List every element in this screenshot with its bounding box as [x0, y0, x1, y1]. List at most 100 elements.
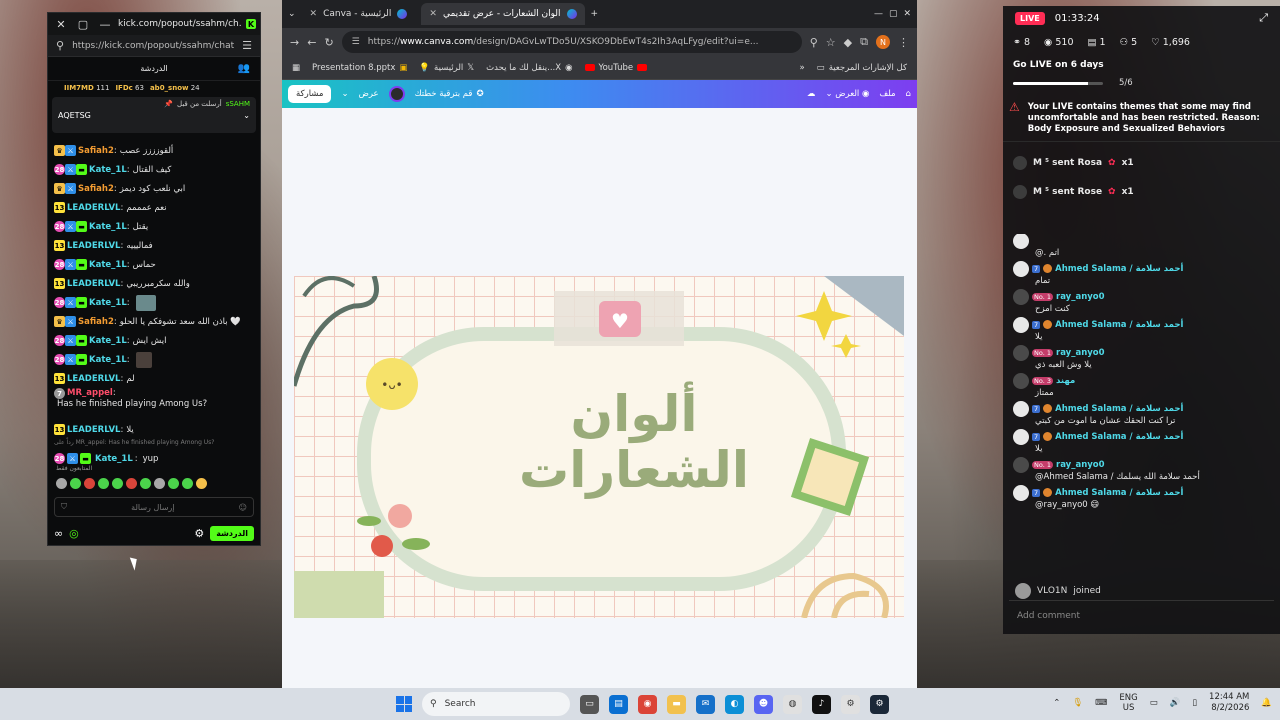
emote-icon[interactable] — [140, 477, 151, 489]
view-count[interactable]: ◉ 510 — [1044, 37, 1073, 48]
chat-input-placeholder[interactable]: إرسال رسالة — [131, 503, 174, 512]
store-icon[interactable]: ▤ — [609, 694, 628, 714]
emote-icon[interactable] — [196, 477, 207, 489]
emote-icon[interactable] — [154, 477, 165, 489]
leader-item[interactable]: IIM7MD 111 — [64, 84, 109, 92]
chat-message[interactable]: ♛ ⚔ Safiah2: باذن الله سعد تشوفكم يا الحلو … — [54, 312, 254, 331]
chevron-down-icon[interactable]: ⌄ — [341, 89, 348, 99]
chat-username[interactable]: Safiah2 — [78, 146, 114, 156]
chat-username[interactable]: Kate_1L — [89, 355, 127, 365]
user-count[interactable]: ⚇ 5 — [1120, 37, 1138, 48]
avatar[interactable] — [1013, 316, 1029, 333]
chat-message[interactable]: 28 ⚔ ▬ Kate_1L: — [54, 293, 254, 312]
microphone-icon[interactable]: 🎙 — [1072, 698, 1083, 708]
present-button[interactable]: عرض — [359, 89, 379, 99]
chat-username[interactable]: LEADERLVL — [67, 203, 120, 213]
notification-icon[interactable]: 🔔 — [1261, 698, 1272, 708]
star-icon[interactable]: ☆ — [826, 36, 836, 49]
volume-icon[interactable]: 🔊 — [1170, 698, 1181, 708]
comment-username[interactable]: Ahmed Salama / أحمد سلامة — [1055, 264, 1183, 274]
bookmark-all[interactable]: ▭ كل الإشارات المرجعية — [817, 63, 907, 73]
chevron-up-icon[interactable]: ⌃ — [1053, 698, 1060, 708]
emote-icon[interactable] — [182, 477, 193, 489]
avatar[interactable] — [1013, 234, 1029, 249]
chat-username[interactable]: LEADERLVL — [67, 374, 120, 384]
share-count[interactable]: ▤ 1 — [1088, 37, 1106, 48]
add-comment-input[interactable]: Add comment — [1009, 600, 1274, 630]
minimize-icon[interactable]: — — [96, 18, 114, 31]
emote-icon[interactable] — [112, 477, 123, 489]
avatar[interactable] — [1013, 400, 1029, 417]
chat-username[interactable]: Safiah2 — [78, 184, 114, 194]
chat-username[interactable]: Kate_1L — [89, 336, 127, 346]
file-explorer-icon[interactable]: ▬ — [667, 694, 686, 714]
maximize-icon[interactable]: ▢ — [74, 18, 92, 31]
discord-icon[interactable]: ☻ — [754, 694, 773, 714]
close-icon[interactable]: ✕ — [310, 9, 318, 19]
live-comment[interactable]: No. 1 ray_anyo0 يلا وش العبه ذي — [1013, 344, 1270, 370]
avatar[interactable] — [1013, 456, 1029, 473]
chat-username[interactable]: Kate_1L — [89, 260, 127, 270]
like-count[interactable]: ♡ 1,696 — [1151, 37, 1190, 48]
network-icon[interactable]: ▭ — [1150, 698, 1158, 708]
emoji-icon[interactable]: ☺ — [239, 503, 247, 512]
address-bar[interactable]: ☰ https://www.canva.com/design/DAGvLwTDo… — [341, 31, 802, 53]
gear-icon[interactable]: ⚙ — [194, 527, 204, 540]
chat-send-button[interactable]: الدردشة — [210, 525, 254, 541]
tab-canva-home[interactable]: ✕ Canva - الرئيسية — [302, 3, 416, 25]
chat-message[interactable]: 28 ⚔ ▬ Kate_1L: ايش ايش — [54, 331, 254, 350]
file-menu[interactable]: ملف — [879, 89, 895, 99]
kick-url-text[interactable]: https://kick.com/popout/ssahm/chat — [72, 41, 234, 51]
avatar[interactable] — [1013, 484, 1029, 501]
tab-search-icon[interactable]: ⌄ — [288, 9, 296, 19]
live-comment[interactable]: 7 Ahmed Salama / أحمد سلامة يلا — [1013, 316, 1270, 342]
obs-icon[interactable]: ◍ — [783, 694, 802, 714]
chat-username[interactable]: Kate_1L — [89, 298, 127, 308]
more-icon[interactable]: ⋮ — [898, 36, 909, 49]
chevron-down-icon[interactable]: ⌄ — [243, 111, 250, 120]
kick-address-bar[interactable]: ⚲ https://kick.com/popout/ssahm/chat ☰ — [48, 35, 260, 57]
gift-count[interactable]: ⚭ 8 — [1013, 37, 1030, 48]
infinity-icon[interactable]: ∞ — [54, 527, 63, 540]
gift-row[interactable]: M ⁵ sent Rosa ✿ x1 — [1003, 148, 1280, 177]
pin-icon[interactable]: 📌 — [164, 100, 173, 108]
site-settings-icon[interactable]: ☰ — [352, 37, 360, 47]
chat-message[interactable]: 28 ⚔ ▬ Kate_1L: حماس — [54, 255, 254, 274]
live-comment[interactable]: No. 1 ray_anyo0 @Ahmed Salama / أحمد سلامة… — [1013, 456, 1270, 482]
chat-username[interactable]: Kate_1L — [95, 454, 133, 464]
chrome-icon[interactable]: ◉ — [638, 694, 657, 714]
cloud-icon[interactable]: ☁ — [807, 89, 816, 99]
chat-username[interactable]: LEADERLVL — [67, 279, 120, 289]
chat-message[interactable]: 13 LEADERLVL: فماليييه — [54, 236, 254, 255]
chat-message[interactable]: 28 ⚔ ▬ Kate_1L: yup — [54, 449, 254, 465]
bookmark-x[interactable]: ينقل لك ما يحدث...X ◉ — [486, 63, 572, 73]
chat-username[interactable]: MR_appel — [67, 388, 113, 398]
windows-start-icon[interactable] — [396, 696, 412, 712]
new-tab-icon[interactable]: + — [591, 9, 599, 19]
bookmark-youtube[interactable]: YouTube — [584, 63, 648, 73]
keyboard-icon[interactable]: ⌨ — [1095, 698, 1107, 708]
url-text[interactable]: https://www.canva.com/design/DAGvLwTDo5U… — [368, 37, 759, 47]
chat-message[interactable]: 28 ⚔ ▬ Kate_1L: كيف القتال — [54, 160, 254, 179]
live-comment[interactable]: 7 Ahmed Salama / أحمد سلامة تمام — [1013, 260, 1270, 286]
comment-username[interactable]: Ahmed Salama / أحمد سلامة — [1055, 432, 1183, 442]
live-comment[interactable]: @. اتم — [1013, 234, 1270, 258]
avatar[interactable] — [1013, 288, 1029, 305]
language-indicator[interactable]: ENG US — [1119, 693, 1137, 713]
chat-message[interactable]: 13 LEADERLVL: والله سكرمبرريبي — [54, 274, 254, 293]
chat-message[interactable]: ♛ ⚔ Safiah2: ابي نلعب كود ديمز — [54, 179, 254, 198]
live-comment[interactable]: No. 3 مهند ممتاز — [1013, 372, 1270, 398]
chat-username[interactable]: LEADERLVL — [67, 425, 120, 435]
expand-icon[interactable]: ⤢ — [1259, 11, 1268, 25]
profile-avatar[interactable]: N — [876, 35, 890, 49]
home-icon[interactable]: ⌂ — [906, 89, 911, 99]
chat-message[interactable]: 13 LEADERLVL: يلا — [54, 420, 254, 439]
live-comment[interactable]: 7 Ahmed Salama / أحمد سلامة ترا كنت الحقك … — [1013, 400, 1270, 426]
close-icon[interactable]: ✕ — [903, 9, 911, 19]
chat-username[interactable]: Kate_1L — [89, 165, 127, 175]
gift-row[interactable]: M ⁵ sent Rose ✿ x1 — [1003, 177, 1280, 206]
maximize-icon[interactable]: ▢ — [889, 9, 898, 19]
extension-icon[interactable]: ◆ — [844, 36, 852, 49]
chat-message[interactable]: 28 ⚔ ▬ Kate_1L: — [54, 350, 254, 369]
live-comment[interactable]: 7 Ahmed Salama / أحمد سلامة يلا — [1013, 428, 1270, 454]
